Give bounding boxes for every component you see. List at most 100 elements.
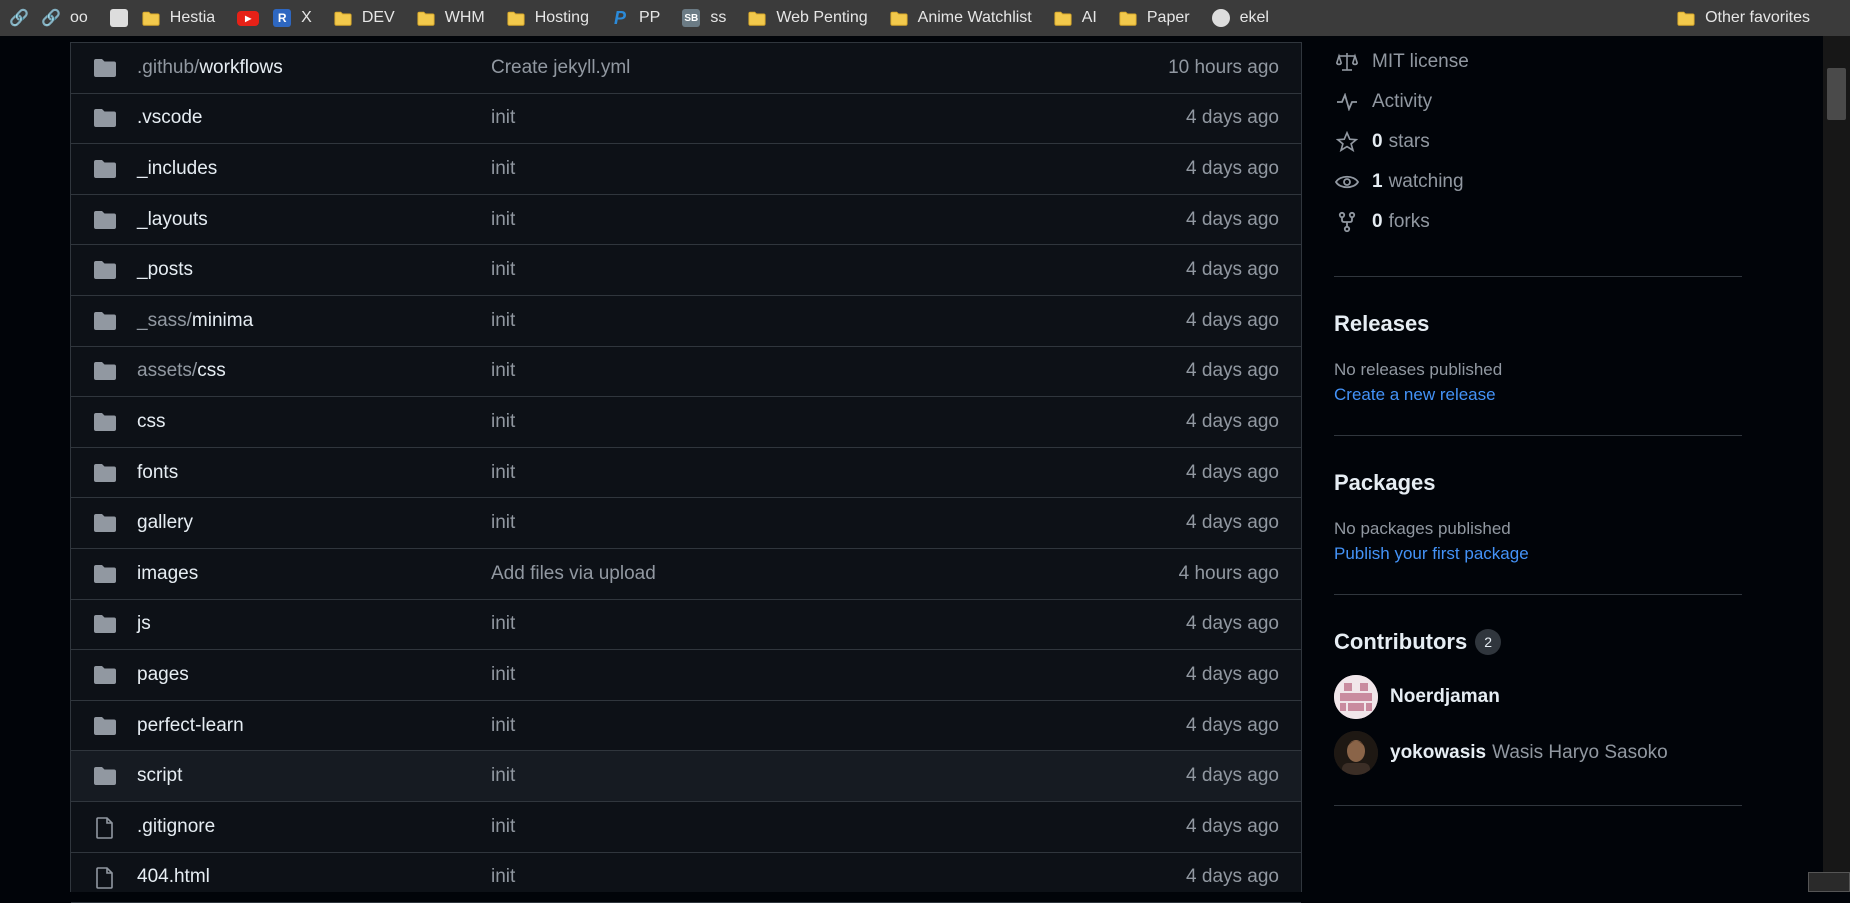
contributor-login[interactable]: Noerdjaman <box>1390 686 1500 708</box>
bookmark-item[interactable]: Hosting <box>507 0 589 36</box>
commit-message-link[interactable]: init <box>491 310 515 332</box>
file-row[interactable]: assets/cssinit4 days ago <box>71 347 1301 398</box>
file-row[interactable]: perfect-learn init 4 days ago <box>71 701 1301 752</box>
file-name-link[interactable]: js <box>137 613 151 635</box>
bookmark-item[interactable]: DEV <box>334 0 395 36</box>
file-row[interactable]: cssinit4 days ago <box>71 397 1301 448</box>
file-row[interactable]: galleryinit4 days ago <box>71 498 1301 549</box>
contributor-login[interactable]: yokowasis <box>1390 742 1486 764</box>
file-name-link[interactable]: _posts <box>137 259 193 281</box>
contributor-item[interactable]: Noerdjaman <box>1334 669 1742 725</box>
commit-message-link[interactable]: init <box>491 462 515 484</box>
avatar[interactable] <box>1334 675 1378 719</box>
bookmark-item[interactable]: AI <box>1054 0 1097 36</box>
file-name: css <box>137 411 166 432</box>
bookmark-item[interactable]: ekel <box>1212 0 1269 36</box>
commit-message-link[interactable]: init <box>491 715 515 737</box>
contributors-heading[interactable]: Contributors 2 <box>1334 629 1742 655</box>
commit-message-link[interactable]: init <box>491 664 515 686</box>
bookmark-item[interactable]: Hestia <box>142 0 215 36</box>
bookmark-item[interactable]: WHM <box>417 0 485 36</box>
bookmark-item[interactable]: Anime Watchlist <box>890 0 1032 36</box>
r-icon: R <box>273 9 291 27</box>
bookmark-label: Web Penting <box>776 9 867 27</box>
file-name-link[interactable]: assets/css <box>137 360 226 382</box>
file-name-link[interactable]: css <box>137 411 166 433</box>
file-name-link[interactable]: .vscode <box>137 107 202 129</box>
file-row[interactable]: _includesinit4 days ago <box>71 144 1301 195</box>
commit-message-link[interactable]: init <box>491 765 515 787</box>
watching-link[interactable]: 1 watching <box>1334 162 1742 202</box>
file-row[interactable]: fontsinit4 days ago <box>71 448 1301 499</box>
create-release-link[interactable]: Create a new release <box>1334 385 1742 405</box>
commit-message-link[interactable]: init <box>491 866 515 888</box>
bookmark-item[interactable] <box>110 0 128 36</box>
page-scrollbar[interactable] <box>1823 36 1850 892</box>
file-name-link[interactable]: pages <box>137 664 189 686</box>
releases-heading[interactable]: Releases <box>1334 311 1742 337</box>
bookmark-item[interactable]: RX <box>273 0 312 36</box>
eye-icon <box>1334 170 1360 194</box>
folder-icon <box>748 9 766 27</box>
commit-message-link[interactable]: init <box>491 613 515 635</box>
file-name-link[interactable]: perfect-learn <box>137 715 244 737</box>
commit-message-link[interactable]: Add files via upload <box>491 563 656 585</box>
bookmark-item[interactable]: Web Penting <box>748 0 867 36</box>
file-row[interactable]: imagesAdd files via upload4 hours ago <box>71 549 1301 600</box>
bookmark-item[interactable]: Paper <box>1119 0 1190 36</box>
stars-count: 0 <box>1372 131 1383 153</box>
bookmark-item[interactable]: 🔗 <box>10 0 28 36</box>
law-icon <box>1334 50 1360 74</box>
commit-message-link[interactable]: init <box>491 816 515 838</box>
file-name-link[interactable]: images <box>137 563 198 585</box>
commit-message-link[interactable]: Create jekyll.yml <box>491 57 630 79</box>
activity-link[interactable]: Activity <box>1334 82 1742 122</box>
file-name-link[interactable]: fonts <box>137 462 178 484</box>
repository-page: .github/workflowsCreate jekyll.yml10 hou… <box>0 36 1850 892</box>
bookmark-item[interactable]: 🔗oo <box>42 0 88 36</box>
file-name-link[interactable]: _includes <box>137 158 217 180</box>
bookmark-label: DEV <box>362 9 395 27</box>
bookmark-item[interactable]: PPP <box>611 0 660 36</box>
scrollbar-thumb[interactable] <box>1827 68 1846 120</box>
youtube-icon: ▶ <box>237 11 259 26</box>
license-link[interactable]: MIT license <box>1334 42 1742 82</box>
other-favorites-bookmark[interactable]: Other favorites <box>1677 0 1810 36</box>
file-row[interactable]: _layoutsinit4 days ago <box>71 195 1301 246</box>
publish-package-link[interactable]: Publish your first package <box>1334 544 1742 564</box>
file-row[interactable]: .github/workflowsCreate jekyll.yml10 hou… <box>71 43 1301 94</box>
file-row[interactable]: pagesinit4 days ago <box>71 650 1301 701</box>
contributor-item[interactable]: yokowasis Wasis Haryo Sasoko <box>1334 725 1742 781</box>
file-row[interactable]: .gitignoreinit4 days ago <box>71 802 1301 853</box>
file-name-link[interactable]: _layouts <box>137 209 208 231</box>
commit-message-link[interactable]: init <box>491 158 515 180</box>
file-row[interactable]: _sass/minimainit4 days ago <box>71 296 1301 347</box>
packages-heading[interactable]: Packages <box>1334 470 1742 496</box>
file-name-link[interactable]: script <box>137 765 182 787</box>
bookmark-label: oo <box>70 9 88 27</box>
file-row[interactable]: jsinit4 days ago <box>71 600 1301 651</box>
commit-message-link[interactable]: init <box>491 360 515 382</box>
file-row[interactable]: scriptinit4 days ago <box>71 751 1301 802</box>
file-name-link[interactable]: _sass/minima <box>137 310 253 332</box>
file-row[interactable]: .vscodeinit4 days ago <box>71 94 1301 145</box>
bookmark-item[interactable]: SBss <box>682 0 726 36</box>
folder-icon <box>93 58 117 78</box>
file-name-link[interactable]: gallery <box>137 512 193 534</box>
file-name-link[interactable]: .gitignore <box>137 816 215 838</box>
commit-message-link[interactable]: init <box>491 209 515 231</box>
stars-link[interactable]: 0 stars <box>1334 122 1742 162</box>
commit-date: 4 days ago <box>1186 715 1279 737</box>
commit-date: 4 days ago <box>1186 259 1279 281</box>
file-row[interactable]: _posts init 4 days ago <box>71 245 1301 296</box>
file-name-link[interactable]: .github/workflows <box>137 57 283 79</box>
commit-message-link[interactable]: init <box>491 107 515 129</box>
commit-message-link[interactable]: init <box>491 411 515 433</box>
bookmark-item[interactable]: ▶ <box>237 0 259 36</box>
file-name-link[interactable]: 404.html <box>137 866 210 888</box>
commit-message-link[interactable]: init <box>491 512 515 534</box>
avatar[interactable] <box>1334 731 1378 775</box>
file-row[interactable]: 404.htmlinit4 days ago <box>71 853 1301 903</box>
forks-link[interactable]: 0 forks <box>1334 202 1742 242</box>
commit-message-link[interactable]: init <box>491 259 515 281</box>
